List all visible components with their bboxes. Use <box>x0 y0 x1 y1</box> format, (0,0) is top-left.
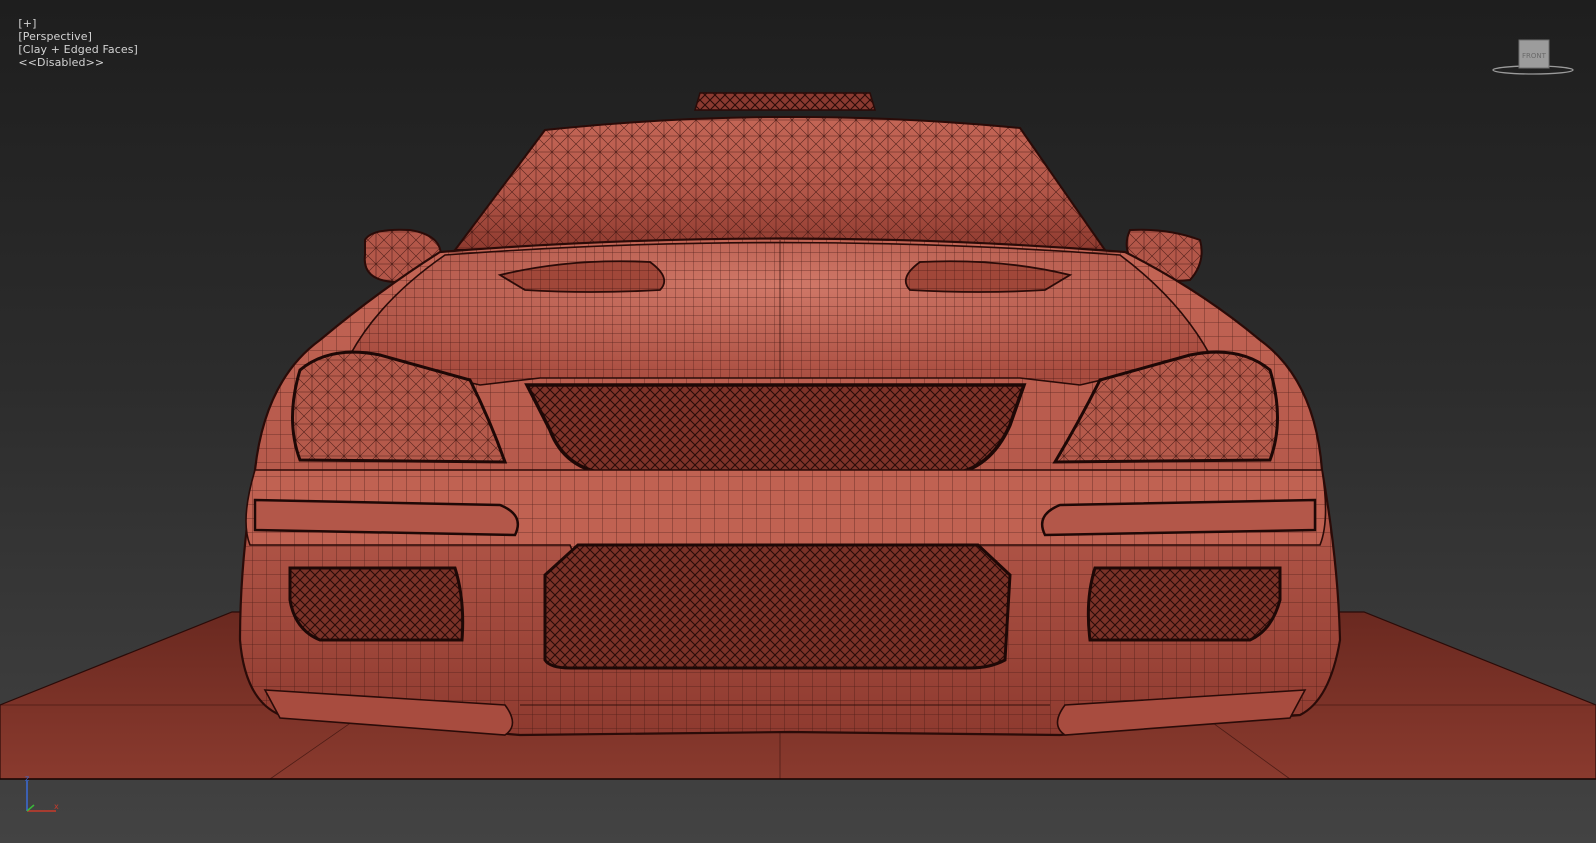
left-fog-intake <box>288 566 465 642</box>
viewport-label: [+] [Perspective] [Clay + Edged Faces] <… <box>4 4 138 82</box>
roof-vent <box>693 92 877 111</box>
car-model-render[interactable] <box>0 0 1596 843</box>
left-turn-signal <box>253 498 520 537</box>
viewport-status[interactable]: <<Disabled>> <box>18 56 104 69</box>
lower-grille <box>543 543 1012 670</box>
viewcube-icon[interactable]: FRONT <box>1488 36 1578 86</box>
upper-grille <box>524 383 1027 476</box>
axis-x-label: x <box>54 802 59 811</box>
viewport-view-menu[interactable]: [Perspective] <box>18 30 92 43</box>
viewport-shading-menu[interactable]: [Clay + Edged Faces] <box>18 43 138 56</box>
hood <box>348 240 1212 386</box>
axis-tripod-icon: z x <box>12 774 62 825</box>
viewport-menu-plus[interactable]: [+] <box>18 17 36 30</box>
viewcube-face-label: FRONT <box>1522 52 1547 60</box>
right-fog-intake <box>1086 566 1282 642</box>
perspective-viewport[interactable]: [+] [Perspective] [Clay + Edged Faces] <… <box>0 0 1596 843</box>
right-turn-signal <box>1040 498 1317 537</box>
axis-z-label: z <box>25 775 29 783</box>
windshield <box>453 116 1107 251</box>
